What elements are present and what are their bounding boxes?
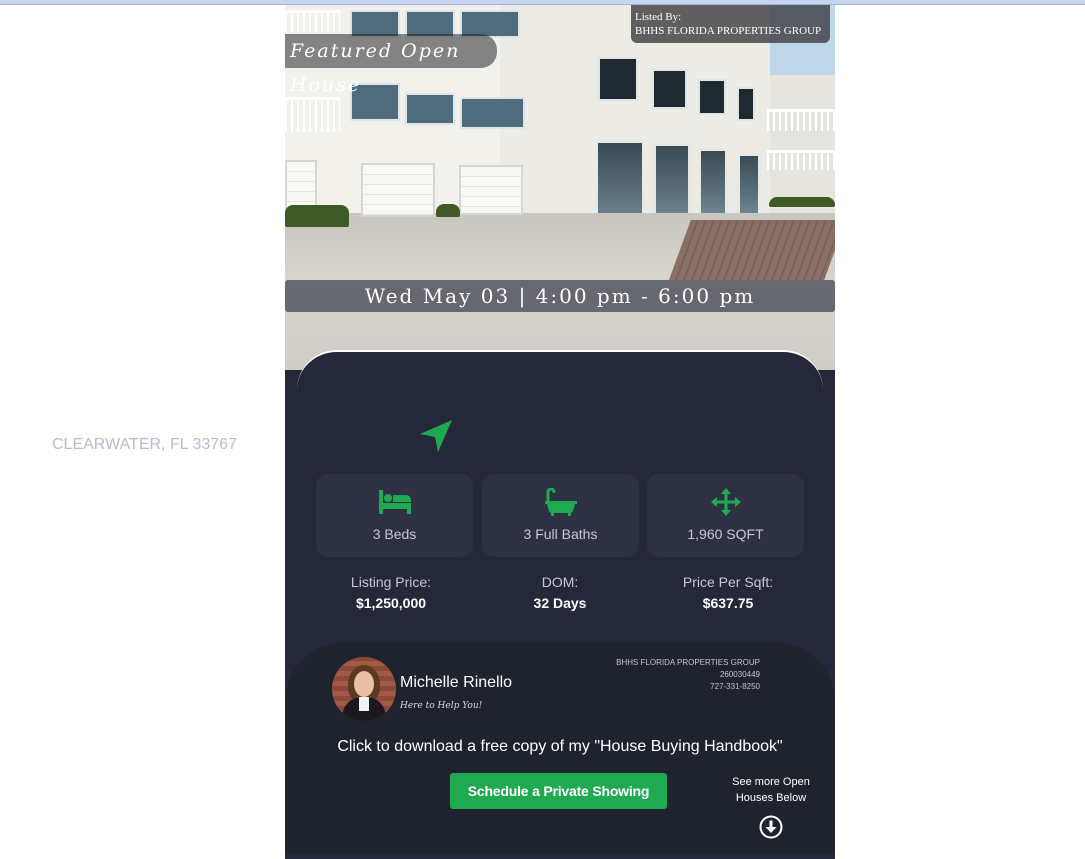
detail-value: 32 Days [533, 595, 587, 611]
agent-avatar [332, 657, 396, 721]
featured-open-house-banner: Featured Open House [285, 34, 497, 96]
listed-by-box: Listed By: BHHS FLORIDA PROPERTIES GROUP [631, 5, 830, 43]
open-house-datetime: Wed May 03 | 4:00 pm - 6:00 pm [285, 280, 835, 312]
stat-label: 1,960 SQFT [687, 526, 764, 542]
arrows-move-icon [711, 488, 741, 516]
see-more-open-houses[interactable]: See more Open Houses Below [715, 774, 827, 806]
listed-by-label: Listed By: [635, 11, 682, 23]
address-line-1: 223 ISLAND WAY 7H [52, 412, 205, 429]
detail-value: $1,250,000 [355, 595, 427, 611]
stat-beds: 3 Beds [316, 474, 473, 557]
panel-curve [297, 350, 823, 410]
agent-tagline: Here to Help You! [400, 701, 483, 711]
detail-key: Listing Price: [350, 574, 432, 590]
stat-sqft: 1,960 SQFT [647, 474, 804, 557]
stat-label: 3 Beds [372, 526, 417, 542]
handbook-download-link[interactable]: Click to download a free copy of my "Hou… [285, 738, 835, 756]
agent-name: Michelle Rinello [400, 674, 513, 691]
bed-icon [379, 490, 411, 514]
stat-label: 3 Full Baths [523, 526, 598, 542]
featured-label: Featured Open House [290, 40, 461, 96]
agent-phone[interactable]: 727-331-8250 [590, 681, 760, 693]
brokerage-name: BHHS FLORIDA PROPERTIES GROUP [616, 658, 760, 667]
agent-brokerage-info: BHHS FLORIDA PROPERTIES GROUP 260030449 … [590, 657, 760, 693]
navigation-arrow-icon[interactable] [418, 418, 454, 454]
listed-by-name: BHHS FLORIDA PROPERTIES GROUP [635, 25, 822, 37]
price-per-sqft: Price Per Sqft: $637.75 [638, 574, 818, 611]
see-more-line-1: See more Open [732, 776, 810, 788]
circle-arrow-down-icon[interactable] [759, 815, 783, 839]
stat-baths: 3 Full Baths [482, 474, 639, 557]
detail-key: Price Per Sqft: [682, 574, 774, 590]
detail-value: $637.75 [702, 595, 754, 611]
bathtub-icon [545, 488, 577, 516]
days-on-market: DOM: 32 Days [470, 574, 650, 611]
address-line-2: CLEARWATER, FL 33767 [52, 436, 237, 453]
listing-price: Listing Price: $1,250,000 [301, 574, 481, 611]
detail-key: DOM: [541, 574, 579, 590]
schedule-showing-button[interactable]: Schedule a Private Showing [450, 773, 667, 809]
license-number: 260030449 [719, 670, 760, 679]
see-more-line-2: Houses Below [735, 792, 807, 804]
